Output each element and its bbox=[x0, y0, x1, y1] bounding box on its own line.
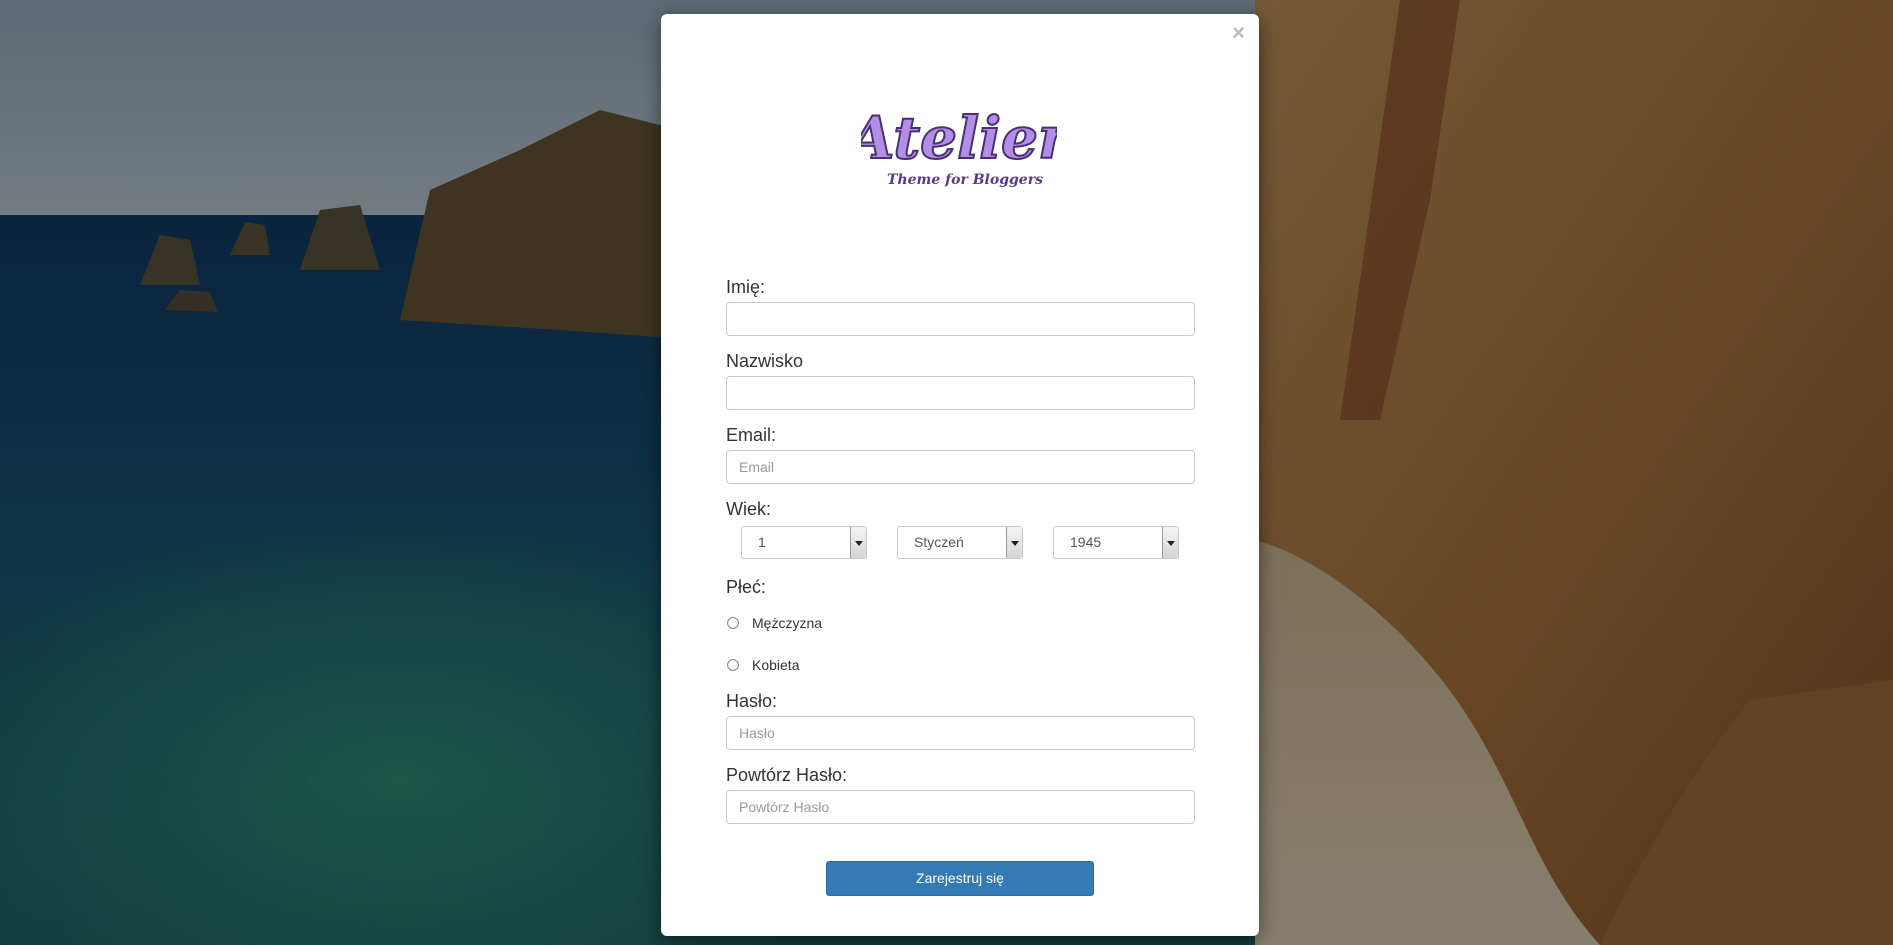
first-name-input[interactable] bbox=[726, 302, 1195, 336]
close-button[interactable]: × bbox=[1232, 22, 1245, 44]
email-input[interactable] bbox=[726, 450, 1195, 484]
female-radio-label: Kobieta bbox=[752, 657, 800, 673]
password-input[interactable] bbox=[726, 716, 1195, 750]
first-name-label: Imię: bbox=[726, 277, 766, 297]
last-name-label: Nazwisko bbox=[726, 351, 804, 371]
gender-label: Płeć: bbox=[726, 577, 767, 597]
year-select-value: 1945 bbox=[1070, 534, 1102, 550]
birthdate-selects: 1 Styczeń 1945 bbox=[726, 524, 1195, 566]
day-select-value: 1 bbox=[758, 534, 766, 550]
repeat-password-input[interactable] bbox=[726, 790, 1195, 824]
last-name-input[interactable] bbox=[726, 376, 1195, 410]
chevron-down-icon bbox=[850, 527, 866, 558]
male-radio[interactable] bbox=[727, 617, 739, 629]
password-label: Hasło: bbox=[726, 691, 778, 711]
month-select-value: Styczeń bbox=[914, 534, 964, 550]
day-select[interactable]: 1 bbox=[741, 526, 867, 559]
female-radio[interactable] bbox=[727, 659, 739, 671]
age-label: Wiek: bbox=[726, 499, 771, 519]
year-select[interactable]: 1945 bbox=[1053, 526, 1179, 559]
gender-option-male[interactable]: Mężczyzna bbox=[726, 602, 1195, 644]
month-select[interactable]: Styczeń bbox=[897, 526, 1023, 559]
chevron-down-icon bbox=[1162, 527, 1178, 558]
registration-form: Imię: Nazwisko Email: Wiek: 1 Styczeń 19… bbox=[726, 272, 1195, 834]
email-label: Email: bbox=[726, 425, 777, 445]
chevron-down-icon bbox=[1006, 527, 1022, 558]
registration-modal: × Atelier Theme for Bloggers Imię: Nazwi… bbox=[661, 14, 1259, 936]
gender-option-female[interactable]: Kobieta bbox=[726, 644, 1195, 686]
logo-text: Atelier bbox=[861, 104, 1057, 172]
atelier-logo: Atelier Theme for Bloggers bbox=[843, 96, 1074, 206]
register-button[interactable]: Zarejestruj się bbox=[826, 861, 1094, 896]
male-radio-label: Mężczyzna bbox=[752, 615, 823, 631]
logo-subtitle: Theme for Bloggers bbox=[887, 172, 1043, 188]
repeat-password-label: Powtórz Hasło: bbox=[726, 765, 848, 785]
